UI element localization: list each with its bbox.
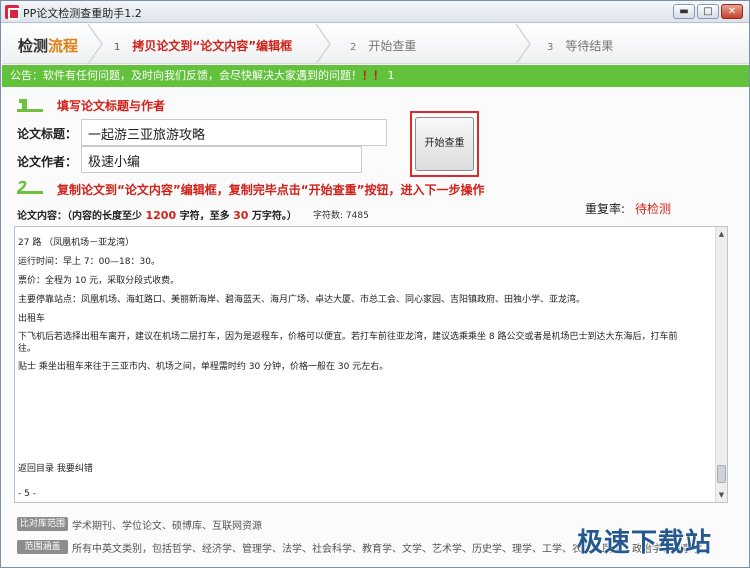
app-logo-icon bbox=[5, 5, 20, 20]
hint-part-b: 字符，至多 bbox=[179, 211, 230, 222]
window-title: PP论文检测查重助手1.2 bbox=[23, 7, 142, 20]
editor-line: 下飞机后若选择出租车离开，建议在机场二层打车，因为是返程车，价格可以便宜。若打车… bbox=[18, 332, 678, 342]
step-1-number: 1 bbox=[114, 42, 121, 53]
chevron-right-icon bbox=[514, 23, 532, 65]
content-length-hint: 论文内容：（内容的长度至少 1200 字符，至多 30 万字符。） bbox=[17, 207, 297, 222]
editor-line: 往。 bbox=[18, 344, 37, 354]
notice-exclaim: ！！ bbox=[362, 69, 384, 82]
step-2-number: 2 bbox=[350, 42, 357, 53]
editor-line: 贴士 乘坐出租车来往于三亚市内、机场之间，单程需时约 30 分钟，价格一般在 3… bbox=[18, 362, 389, 372]
compare-library-text: 学术期刊、学位论文、硕博库、互联网资源 bbox=[72, 521, 262, 532]
step-3-label: 等待结果 bbox=[565, 39, 614, 53]
repeat-rate-value: 待检测 bbox=[635, 202, 672, 216]
author-field-label: 论文作者： bbox=[17, 155, 78, 169]
coverage-tag: 范围涵盖 bbox=[17, 540, 68, 554]
notice-bar: 公告：软件有任何问题，及时向我们反馈，会尽快解决大家遇到的问题！！！ 1 bbox=[2, 65, 749, 87]
hint-part-a: 论文内容：（内容的长度至少 bbox=[17, 211, 142, 222]
steps-heading: 检测流程 bbox=[18, 35, 78, 56]
compare-library-tag: 比对库范围 bbox=[17, 517, 68, 531]
app-window: PP论文检测查重助手1.2 ▬ □ ✕ 检测流程 1 拷贝论文到“论文内容”编辑框… bbox=[0, 0, 750, 568]
editor-line: 27 路 （凤凰机场－亚龙湾） bbox=[18, 238, 135, 248]
maximize-button[interactable]: □ bbox=[697, 4, 719, 19]
close-button[interactable]: ✕ bbox=[721, 4, 743, 19]
notice-suffix: 1 bbox=[387, 69, 395, 82]
scroll-up-icon[interactable]: ▲ bbox=[717, 229, 726, 239]
section2-title: 复制论文到“论文内容”编辑框，复制完毕点击“开始查重”按钮，进入下一步操作 bbox=[57, 183, 485, 197]
section1-title: 填写论文标题与作者 bbox=[57, 99, 166, 113]
editor-line: 出租车 bbox=[18, 314, 46, 324]
hint-max: 30 bbox=[233, 209, 249, 222]
repeat-rate-label: 重复率: bbox=[585, 202, 626, 216]
step-1-label: 拷贝论文到“论文内容”编辑框 bbox=[132, 39, 293, 53]
hint-min: 1200 bbox=[145, 209, 177, 222]
step-3-number: 3 bbox=[547, 42, 554, 53]
author-input[interactable]: 极速小编 bbox=[81, 146, 362, 173]
chevron-right-icon bbox=[86, 23, 104, 65]
scroll-down-icon[interactable]: ▼ bbox=[717, 490, 726, 500]
title-input[interactable]: 一起游三亚旅游攻略 bbox=[81, 119, 387, 146]
content-editor[interactable]: 27 路 （凤凰机场－亚龙湾） 运行时间：早上 7：00—18：30。 票价：全… bbox=[14, 226, 728, 503]
step-one-badge-icon bbox=[15, 97, 45, 113]
editor-line: 运行时间：早上 7：00—18：30。 bbox=[18, 257, 160, 267]
step-1: 1 拷贝论文到“论文内容”编辑框 bbox=[114, 37, 292, 54]
editor-line: 主要停靠站点：凤凰机场、海虹路口、美丽新海岸、碧海蓝天、海月广场、卓达大厦、市总… bbox=[18, 295, 586, 305]
step-2-label: 开始查重 bbox=[368, 39, 417, 53]
editor-scrollbar[interactable]: ▲ ▼ bbox=[715, 227, 727, 502]
editor-line: - 5 - bbox=[18, 489, 36, 499]
step-two-badge-icon bbox=[15, 179, 45, 195]
editor-line: 票价：全程为 10 元，采取分段式收费。 bbox=[18, 276, 180, 286]
site-watermark: 极速下载站 bbox=[577, 528, 713, 558]
scrollbar-thumb[interactable] bbox=[717, 465, 726, 483]
char-count: 字符数: 7485 bbox=[313, 211, 369, 221]
minimize-button[interactable]: ▬ bbox=[673, 4, 695, 19]
steps-heading-part2: 流程 bbox=[48, 37, 79, 55]
title-bar: PP论文检测查重助手1.2 ▬ □ ✕ bbox=[1, 1, 749, 23]
title-field-label: 论文标题： bbox=[17, 127, 78, 141]
chevron-right-icon bbox=[314, 23, 332, 65]
editor-line: 返回目录 我要纠错 bbox=[18, 464, 93, 474]
steps-heading-part1: 检测 bbox=[18, 37, 49, 55]
hint-part-c: 万字符。） bbox=[251, 211, 297, 222]
step-2: 2 开始查重 bbox=[350, 37, 416, 54]
notice-text: 公告：软件有任何问题，及时向我们反馈，会尽快解决大家遇到的问题！ bbox=[10, 69, 362, 82]
steps-bar: 检测流程 1 拷贝论文到“论文内容”编辑框 2 开始查重 3 等待结果 bbox=[2, 23, 749, 65]
step-3: 3 等待结果 bbox=[547, 37, 613, 54]
start-check-button[interactable]: 开始查重 bbox=[415, 117, 474, 171]
